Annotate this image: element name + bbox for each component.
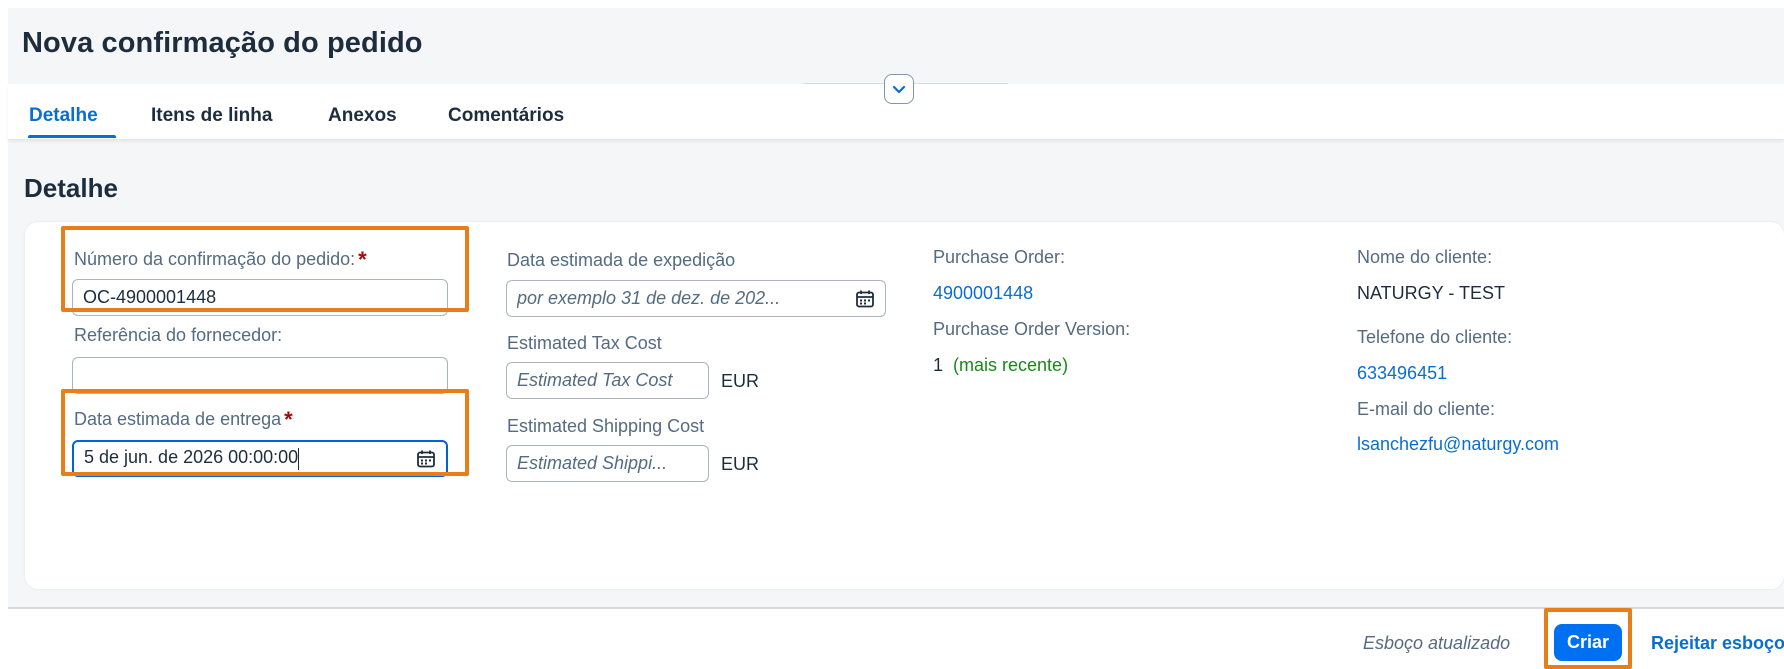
tab-detalhe[interactable]: Detalhe <box>29 105 98 127</box>
calendar-icon[interactable] <box>855 289 875 309</box>
tab-comentarios[interactable]: Comentários <box>448 105 564 127</box>
tax-cost-input[interactable]: Estimated Tax Cost <box>506 362 709 399</box>
reject-draft-button[interactable]: Rejeitar esboço <box>1651 633 1784 654</box>
app: Nova confirmação do pedido Detalhe Itens… <box>8 8 1784 669</box>
customer-phone-link[interactable]: 633496451 <box>1357 363 1447 384</box>
purchase-order-label: Purchase Order: <box>933 247 1066 267</box>
draft-status: Esboço atualizado <box>1363 633 1511 653</box>
confirmation-number-input[interactable]: OC-4900001448 <box>72 279 448 316</box>
tax-cost-currency: EUR <box>721 371 760 391</box>
supplier-reference-input[interactable] <box>72 357 448 394</box>
detail-card: Número da confirmação do pedido: * OC-490… <box>25 222 1784 589</box>
object-header: Nova confirmação do pedido <box>8 8 1784 83</box>
delivery-date-input[interactable]: 5 de jun. de 2026 00:00:00 <box>72 440 448 477</box>
customer-name-label: Nome do cliente: <box>1357 247 1493 267</box>
active-tab-indicator <box>28 135 116 138</box>
customer-name-value: NATURGY - TEST <box>1357 283 1506 303</box>
shipping-date-input[interactable]: por exemplo 31 de dez. de 202... <box>506 280 886 317</box>
section-title: Detalhe <box>24 173 118 203</box>
customer-email-link[interactable]: lsanchezfu@naturgy.com <box>1357 434 1559 455</box>
shipping-cost-input[interactable]: Estimated Shippi... <box>506 445 709 482</box>
supplier-reference-label: Referência do fornecedor: <box>74 325 283 345</box>
collapse-header-button[interactable] <box>884 74 914 104</box>
confirmation-number-label: Número da confirmação do pedido: * <box>74 247 367 272</box>
chevron-down-icon <box>892 85 906 94</box>
tab-itens-de-linha[interactable]: Itens de linha <box>151 105 272 127</box>
tab-anexos[interactable]: Anexos <box>328 105 397 127</box>
footer-toolbar: Esboço atualizado Criar Rejeitar esboço <box>8 607 1784 669</box>
customer-phone-label: Telefone do cliente: <box>1357 327 1513 347</box>
calendar-icon[interactable] <box>416 449 436 469</box>
delivery-date-label: Data estimada de entrega * <box>74 407 293 432</box>
tax-cost-label: Estimated Tax Cost <box>507 333 662 353</box>
customer-email-label: E-mail do cliente: <box>1357 399 1496 419</box>
purchase-order-version-label: Purchase Order Version: <box>933 319 1131 339</box>
create-button[interactable]: Criar <box>1554 624 1622 661</box>
shipping-cost-currency: EUR <box>721 454 760 474</box>
text-cursor <box>298 447 300 470</box>
required-marker: * <box>358 247 367 272</box>
purchase-order-version-value: 1 (mais recente) <box>933 355 1069 375</box>
purchase-order-link[interactable]: 4900001448 <box>933 283 1033 304</box>
shipping-date-label: Data estimada de expedição <box>507 250 736 270</box>
shipping-cost-label: Estimated Shipping Cost <box>507 416 705 436</box>
page-title: Nova confirmação do pedido <box>22 27 423 59</box>
latest-version-note: (mais recente) <box>953 355 1069 375</box>
required-marker: * <box>284 407 293 432</box>
